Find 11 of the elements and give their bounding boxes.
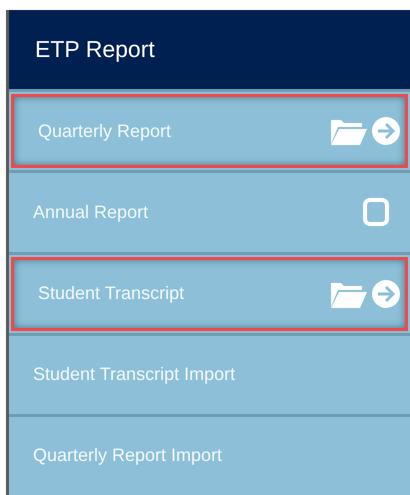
menu-item-label: Quarterly Report Import [33, 444, 222, 468]
menu-item-label: Quarterly Report [38, 120, 172, 143]
menu-item[interactable]: Student Transcript [11, 256, 408, 331]
square-icon [362, 197, 390, 228]
arrow-circle-icon [371, 116, 401, 146]
menu-item-label: Student Transcript [38, 282, 184, 306]
menu-item-label: Student Transcript Import [33, 363, 236, 386]
menu-item[interactable]: Quarterly Report [11, 94, 408, 168]
menu-item-label: Annual Report [33, 200, 148, 224]
panel-title: ETP Report [35, 35, 155, 64]
arrow-circle-icon [371, 278, 401, 309]
